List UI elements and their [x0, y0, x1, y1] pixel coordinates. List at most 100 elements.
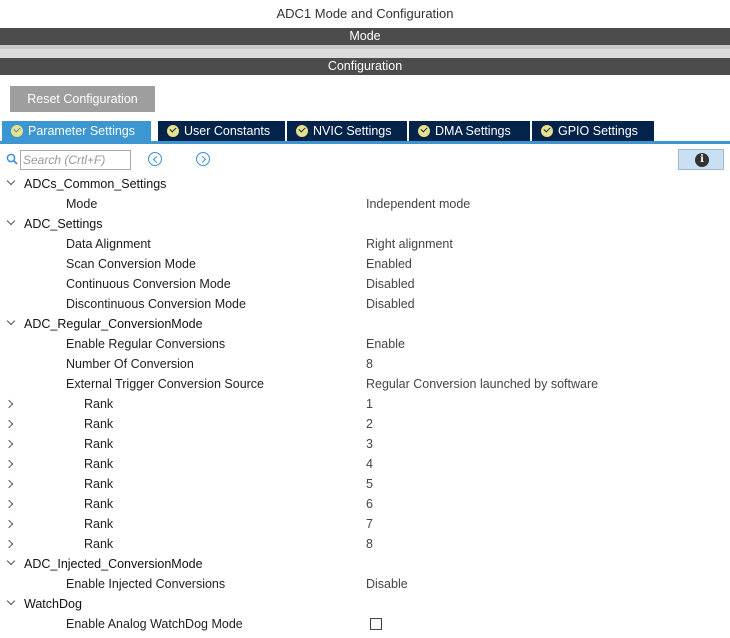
param-value[interactable]: 4: [366, 454, 373, 474]
param-label: Rank: [84, 437, 114, 451]
check-circle-icon: [418, 125, 430, 137]
chevron-right-icon[interactable]: [4, 539, 14, 549]
analog-watchdog-checkbox[interactable]: [370, 618, 382, 630]
param-row[interactable]: Enable Regular Conversions Enable: [0, 334, 730, 354]
param-row[interactable]: Scan Conversion Mode Enabled: [0, 254, 730, 274]
param-label: Data Alignment: [66, 237, 151, 251]
tree-group-adc-settings[interactable]: ADC_Settings: [0, 214, 730, 234]
param-value[interactable]: 8: [366, 354, 373, 374]
param-value[interactable]: 6: [366, 494, 373, 514]
group-label: ADCs_Common_Settings: [24, 177, 167, 191]
param-row[interactable]: Enable Injected Conversions Disable: [0, 574, 730, 594]
rank-row[interactable]: Rank 2: [0, 414, 730, 434]
chevron-right-icon[interactable]: [4, 459, 14, 469]
param-row[interactable]: Data Alignment Right alignment: [0, 234, 730, 254]
chevron-down-icon[interactable]: [6, 176, 16, 186]
param-label: Rank: [84, 537, 114, 551]
param-row[interactable]: Number Of Conversion 8: [0, 354, 730, 374]
param-value[interactable]: Disabled: [366, 294, 415, 314]
chevron-down-icon[interactable]: [6, 596, 16, 606]
reset-configuration-button[interactable]: Reset Configuration: [10, 86, 155, 112]
tree-group-regular-conversion[interactable]: ADC_Regular_ConversionMode: [0, 314, 730, 334]
mode-section-header[interactable]: Mode: [0, 28, 730, 45]
tab-label: DMA Settings: [435, 124, 511, 138]
chevron-left-circle-icon[interactable]: [148, 152, 162, 166]
info-icon: i: [695, 153, 709, 167]
chevron-right-icon[interactable]: [4, 519, 14, 529]
window-title: ADC1 Mode and Configuration: [276, 6, 454, 21]
tree-group-common[interactable]: ADCs_Common_Settings: [0, 174, 730, 194]
param-row[interactable]: Enable Analog WatchDog Mode: [0, 614, 730, 634]
tab-label: User Constants: [184, 124, 271, 138]
param-value[interactable]: Independent mode: [366, 194, 470, 214]
chevron-right-icon[interactable]: [4, 499, 14, 509]
rank-row[interactable]: Rank 1: [0, 394, 730, 414]
chevron-down-icon[interactable]: [6, 316, 16, 326]
tree-group-watchdog[interactable]: WatchDog: [0, 594, 730, 614]
param-row[interactable]: External Trigger Conversion Source Regul…: [0, 374, 730, 394]
search-input[interactable]: [20, 150, 131, 170]
tree-group-injected-conversion[interactable]: ADC_Injected_ConversionMode: [0, 554, 730, 574]
tab-label: Parameter Settings: [28, 124, 135, 138]
check-circle-icon: [541, 125, 553, 137]
param-value[interactable]: 2: [366, 414, 373, 434]
param-value[interactable]: Regular Conversion launched by software: [366, 374, 598, 394]
rank-row[interactable]: Rank 8: [0, 534, 730, 554]
param-label: Enable Analog WatchDog Mode: [66, 617, 243, 631]
group-label: ADC_Regular_ConversionMode: [24, 317, 203, 331]
group-label: WatchDog: [24, 597, 82, 611]
param-label: External Trigger Conversion Source: [66, 377, 265, 391]
chevron-right-circle-icon[interactable]: [196, 152, 210, 166]
rank-row[interactable]: Rank 6: [0, 494, 730, 514]
tab-dma-settings[interactable]: DMA Settings: [409, 121, 531, 141]
config-tabs: Parameter Settings User Constants NVIC S…: [0, 120, 730, 141]
chevron-right-icon[interactable]: [4, 399, 14, 409]
param-label: Enable Injected Conversions: [66, 577, 226, 591]
rank-row[interactable]: Rank 4: [0, 454, 730, 474]
param-label: Rank: [84, 477, 114, 491]
param-row[interactable]: Mode Independent mode: [0, 194, 730, 214]
rank-row[interactable]: Rank 7: [0, 514, 730, 534]
param-label: Mode: [66, 197, 98, 211]
param-label: Continuous Conversion Mode: [66, 277, 231, 291]
param-label: Rank: [84, 457, 114, 471]
param-label: Rank: [84, 417, 114, 431]
chevron-right-icon[interactable]: [4, 439, 14, 449]
param-label: Number Of Conversion: [66, 357, 194, 371]
mode-panel-splitter[interactable]: [0, 49, 730, 58]
param-value[interactable]: Enabled: [366, 254, 412, 274]
param-value[interactable]: Disabled: [366, 274, 415, 294]
param-value[interactable]: Enable: [366, 334, 405, 354]
tab-user-constants[interactable]: User Constants: [158, 121, 286, 141]
tab-gpio-settings[interactable]: GPIO Settings: [532, 121, 655, 141]
param-value[interactable]: 5: [366, 474, 373, 494]
tab-nvic-settings[interactable]: NVIC Settings: [287, 121, 408, 141]
check-circle-icon: [167, 125, 179, 137]
tab-underline: [0, 141, 730, 144]
param-value[interactable]: 3: [366, 434, 373, 454]
chevron-right-icon[interactable]: [4, 479, 14, 489]
check-circle-icon: [296, 125, 308, 137]
param-value[interactable]: Disable: [366, 574, 408, 594]
param-value[interactable]: 7: [366, 514, 373, 534]
configuration-section-header[interactable]: Configuration: [0, 58, 730, 75]
tab-label: NVIC Settings: [313, 124, 392, 138]
param-label: Discontinuous Conversion Mode: [66, 297, 246, 311]
param-value[interactable]: 8: [366, 534, 373, 554]
param-row[interactable]: Discontinuous Conversion Mode Disabled: [0, 294, 730, 314]
param-value[interactable]: Right alignment: [366, 234, 453, 254]
tab-parameter-settings[interactable]: Parameter Settings: [2, 121, 152, 141]
rank-row[interactable]: Rank 5: [0, 474, 730, 494]
param-label: Scan Conversion Mode: [66, 257, 196, 271]
chevron-down-icon[interactable]: [6, 216, 16, 226]
param-label: Enable Regular Conversions: [66, 337, 226, 351]
param-row[interactable]: Continuous Conversion Mode Disabled: [0, 274, 730, 294]
param-value[interactable]: 1: [366, 394, 373, 414]
chevron-right-icon[interactable]: [4, 419, 14, 429]
param-label: Rank: [84, 497, 114, 511]
param-label: Rank: [84, 517, 114, 531]
chevron-down-icon[interactable]: [6, 556, 16, 566]
rank-row[interactable]: Rank 3: [0, 434, 730, 454]
info-button[interactable]: i: [678, 149, 724, 170]
check-circle-icon: [11, 125, 23, 137]
